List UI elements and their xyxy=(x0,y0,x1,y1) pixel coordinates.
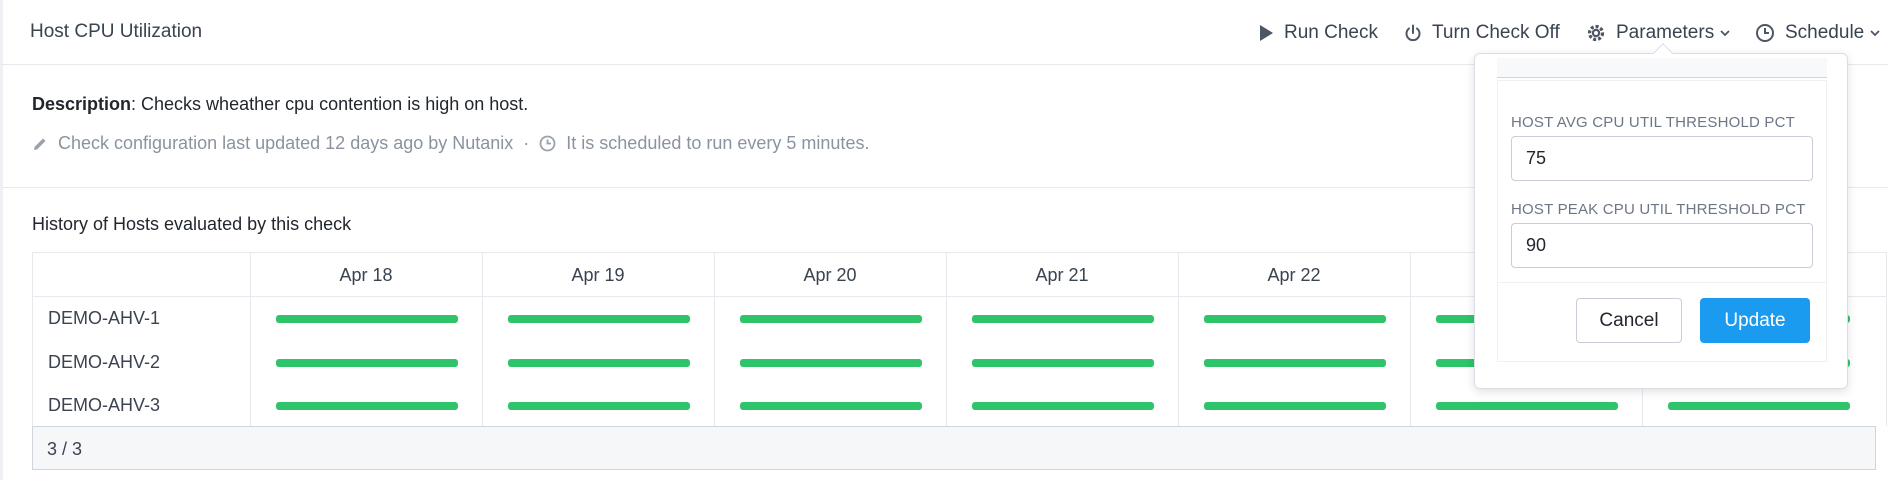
turn-check-off-label: Turn Check Off xyxy=(1432,22,1560,43)
parameters-dropdown[interactable]: Parameters xyxy=(1586,22,1730,44)
status-bar[interactable] xyxy=(1668,402,1850,410)
schedule-dropdown[interactable]: Schedule xyxy=(1755,22,1880,44)
history-title: History of Hosts evaluated by this check xyxy=(32,214,352,234)
status-bar[interactable] xyxy=(508,358,690,367)
run-check-button[interactable]: Run Check xyxy=(1258,22,1378,44)
play-icon xyxy=(1258,24,1274,42)
peak-threshold-input[interactable] xyxy=(1511,223,1813,268)
status-bar[interactable] xyxy=(740,358,922,367)
host-name: DEMO-AHV-3 xyxy=(48,395,161,415)
status-bar[interactable] xyxy=(1436,402,1618,410)
parameters-label: Parameters xyxy=(1616,22,1715,43)
section-border xyxy=(0,65,3,480)
gear-icon xyxy=(1586,23,1606,43)
schedule-label: Schedule xyxy=(1785,22,1865,43)
status-bar[interactable] xyxy=(1204,402,1386,410)
popover-header-strip xyxy=(1497,58,1827,78)
status-bar[interactable] xyxy=(276,358,458,367)
turn-check-off-button[interactable]: Turn Check Off xyxy=(1404,22,1560,44)
avg-threshold-label: HOST AVG CPU UTIL THRESHOLD PCT xyxy=(1511,114,1796,131)
host-count: 3 / 3 xyxy=(32,426,1876,470)
clock-icon xyxy=(1755,23,1775,43)
chevron-down-icon xyxy=(1870,29,1880,37)
status-bar[interactable] xyxy=(276,402,458,410)
config-updated-text: Check configuration last updated 12 days… xyxy=(58,133,514,153)
page-title: Host CPU Utilization xyxy=(30,21,203,42)
status-bar[interactable] xyxy=(740,315,922,323)
status-bar[interactable] xyxy=(972,402,1154,410)
status-bar[interactable] xyxy=(740,402,922,410)
date-column-header: Apr 20 xyxy=(803,265,857,285)
meta-separator: · xyxy=(523,133,530,153)
power-icon xyxy=(1404,24,1422,42)
date-column-header: Apr 21 xyxy=(1035,265,1089,285)
run-check-label: Run Check xyxy=(1284,22,1378,43)
description-text: : Checks wheather cpu contention is high… xyxy=(131,94,529,114)
pencil-icon xyxy=(32,136,48,152)
parameters-popover: HOST AVG CPU UTIL THRESHOLD PCT HOST PEA… xyxy=(1474,43,1848,389)
description: Description: Checks wheather cpu content… xyxy=(32,94,528,115)
status-bar[interactable] xyxy=(972,358,1154,367)
peak-threshold-label: HOST PEAK CPU UTIL THRESHOLD PCT xyxy=(1511,201,1806,218)
cancel-button[interactable]: Cancel xyxy=(1576,298,1682,343)
grid-column-divider xyxy=(1410,253,1411,427)
clock-icon xyxy=(539,135,556,152)
status-bar[interactable] xyxy=(508,315,690,323)
chevron-down-icon xyxy=(1720,29,1730,37)
status-bar[interactable] xyxy=(972,315,1154,323)
host-name: DEMO-AHV-2 xyxy=(48,351,161,372)
date-column-header: Apr 19 xyxy=(571,265,625,285)
status-bar[interactable] xyxy=(508,402,690,410)
status-bar[interactable] xyxy=(276,315,458,323)
status-bar[interactable] xyxy=(1204,358,1386,367)
popover-divider xyxy=(1497,282,1827,283)
description-label: Description xyxy=(32,94,132,114)
status-bar[interactable] xyxy=(1204,315,1386,323)
avg-threshold-input[interactable] xyxy=(1511,136,1813,181)
update-button[interactable]: Update xyxy=(1700,298,1810,343)
host-name: DEMO-AHV-1 xyxy=(48,308,161,328)
schedule-text: It is scheduled to run every 5 minutes. xyxy=(566,133,870,153)
check-meta: Check configuration last updated 12 days… xyxy=(32,133,869,154)
date-column-header: Apr 18 xyxy=(339,265,393,285)
date-column-header: Apr 22 xyxy=(1267,265,1321,285)
